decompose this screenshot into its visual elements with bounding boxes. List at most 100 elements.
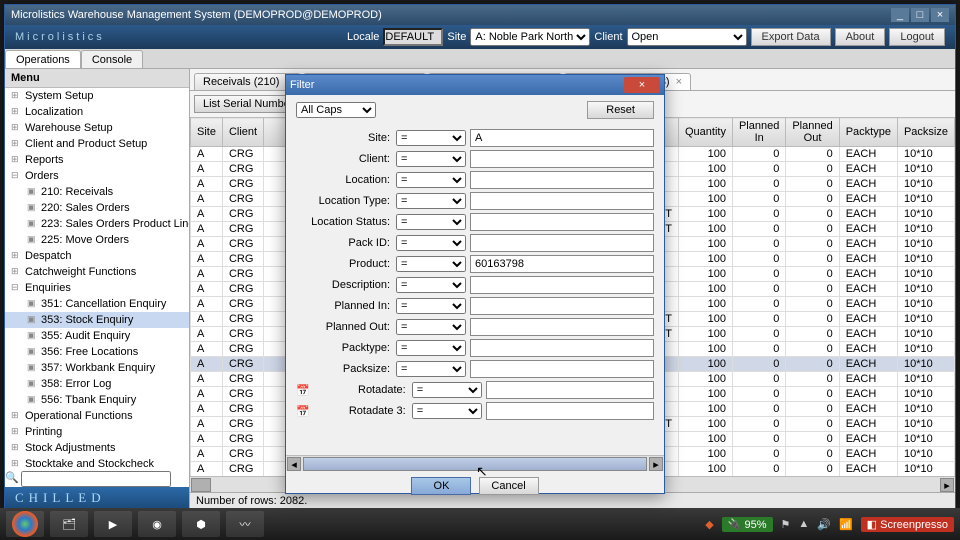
nav-item[interactable]: Reports (5, 152, 189, 168)
col-header[interactable]: Client (222, 118, 263, 147)
filter-value-input[interactable] (470, 339, 654, 357)
calendar-icon[interactable]: 📅 (296, 405, 310, 418)
tray-net-icon[interactable]: 📶 (839, 518, 853, 531)
nav-item[interactable]: Catchweight Functions (5, 264, 189, 280)
nav-item[interactable]: 357: Workbank Enquiry (5, 360, 189, 376)
media-player-icon[interactable]: ▶ (94, 511, 132, 537)
filter-row: Planned In:= (296, 297, 654, 315)
nav-item[interactable]: 351: Cancellation Enquiry (5, 296, 189, 312)
filter-value-input[interactable] (470, 171, 654, 189)
tab-close-icon[interactable]: × (676, 76, 682, 88)
filter-op-select[interactable]: = (396, 277, 466, 293)
nav-item[interactable]: 358: Error Log (5, 376, 189, 392)
cancel-button[interactable]: Cancel (479, 477, 539, 495)
nav-item[interactable]: Orders (5, 168, 189, 184)
filter-value-input[interactable] (470, 192, 654, 210)
filter-value-input[interactable] (470, 129, 654, 147)
tab-console[interactable]: Console (81, 50, 143, 68)
battery-indicator[interactable]: 🔌 95% (722, 517, 773, 532)
locale-field[interactable] (383, 28, 443, 46)
nav-item[interactable]: Stock Adjustments (5, 440, 189, 456)
export-data-button[interactable]: Export Data (751, 28, 831, 46)
nav-item[interactable]: Warehouse Setup (5, 120, 189, 136)
ok-button[interactable]: OK (411, 477, 471, 495)
filter-value-input[interactable] (470, 276, 654, 294)
nav-item[interactable]: Localization (5, 104, 189, 120)
app-icon-2[interactable]: 〰 (226, 511, 264, 537)
titlebar: Microlistics Warehouse Management System… (5, 5, 955, 25)
nav-item[interactable]: 210: Receivals (5, 184, 189, 200)
filter-value-input[interactable] (470, 297, 654, 315)
filter-op-select[interactable]: = (412, 403, 482, 419)
app-icon-1[interactable]: ⬢ (182, 511, 220, 537)
nav-tree[interactable]: System SetupLocalizationWarehouse SetupC… (5, 88, 189, 471)
explorer-icon[interactable]: 🗂 (50, 511, 88, 537)
filter-value-input[interactable] (470, 255, 654, 273)
dialog-titlebar[interactable]: Filter × (286, 75, 664, 95)
filter-op-select[interactable]: = (396, 130, 466, 146)
col-header[interactable]: Planned In (732, 118, 785, 147)
filter-value-input[interactable] (470, 318, 654, 336)
filter-op-select[interactable]: = (396, 340, 466, 356)
filter-op-select[interactable]: = (396, 151, 466, 167)
screenpresso-badge[interactable]: ◧ Screenpresso (861, 517, 954, 532)
filter-op-select[interactable]: = (396, 235, 466, 251)
reset-button[interactable]: Reset (587, 101, 654, 119)
logout-button[interactable]: Logout (889, 28, 945, 46)
about-button[interactable]: About (835, 28, 886, 46)
nav-item[interactable]: Client and Product Setup (5, 136, 189, 152)
maximize-icon[interactable]: □ (911, 8, 929, 22)
col-header[interactable]: Planned Out (786, 118, 839, 147)
site-label: Site (447, 31, 466, 43)
tab-operations[interactable]: Operations (5, 50, 81, 68)
menu-search: 🔍 (5, 471, 189, 487)
menu-search-input[interactable] (21, 471, 171, 487)
filter-op-select[interactable]: = (396, 193, 466, 209)
filter-op-select[interactable]: = (396, 319, 466, 335)
nav-item[interactable]: 556: Tbank Enquiry (5, 392, 189, 408)
minimize-icon[interactable]: _ (891, 8, 909, 22)
nav-item[interactable]: Printing (5, 424, 189, 440)
filter-op-select[interactable]: = (396, 298, 466, 314)
brand-logo: Microlistics (15, 31, 105, 43)
nav-item[interactable]: 225: Move Orders (5, 232, 189, 248)
col-header[interactable]: Quantity (679, 118, 733, 147)
tray-up-icon[interactable]: ▲ (798, 518, 809, 530)
filter-op-select[interactable]: = (396, 256, 466, 272)
col-header[interactable]: Site (191, 118, 223, 147)
client-select[interactable]: Open (627, 28, 747, 46)
filter-op-select[interactable]: = (396, 214, 466, 230)
filter-op-select[interactable]: = (396, 172, 466, 188)
filter-value-input[interactable] (486, 381, 654, 399)
filter-value-input[interactable] (470, 213, 654, 231)
nav-item[interactable]: Operational Functions (5, 408, 189, 424)
nav-item[interactable]: Stocktake and Stockcheck (5, 456, 189, 471)
col-header[interactable]: Packsize (897, 118, 954, 147)
filter-value-input[interactable] (470, 360, 654, 378)
nav-item[interactable]: Enquiries (5, 280, 189, 296)
start-button[interactable] (6, 511, 44, 537)
nav-item[interactable]: 223: Sales Orders Product Line Release (5, 216, 189, 232)
tray-vol-icon[interactable]: 🔊 (817, 518, 831, 531)
nav-item[interactable]: 356: Free Locations (5, 344, 189, 360)
col-header[interactable]: Packtype (839, 118, 897, 147)
tray-icon[interactable]: ◆ (705, 518, 713, 531)
dialog-hscroll[interactable]: ◂ ▸ (286, 455, 664, 471)
dialog-close-icon[interactable]: × (624, 77, 660, 93)
nav-item[interactable]: 220: Sales Orders (5, 200, 189, 216)
nav-item[interactable]: 355: Audit Enquiry (5, 328, 189, 344)
filter-op-select[interactable]: = (412, 382, 482, 398)
nav-item[interactable]: 353: Stock Enquiry (5, 312, 189, 328)
close-icon[interactable]: × (931, 8, 949, 22)
tray-flag-icon[interactable]: ⚑ (781, 518, 791, 531)
filter-value-input[interactable] (470, 150, 654, 168)
caps-select[interactable]: All Caps (296, 102, 376, 118)
nav-item[interactable]: System Setup (5, 88, 189, 104)
site-select[interactable]: A: Noble Park North (470, 28, 590, 46)
filter-value-input[interactable] (486, 402, 654, 420)
filter-value-input[interactable] (470, 234, 654, 252)
calendar-icon[interactable]: 📅 (296, 384, 310, 397)
filter-op-select[interactable]: = (396, 361, 466, 377)
nav-item[interactable]: Despatch (5, 248, 189, 264)
chrome-icon[interactable]: ◉ (138, 511, 176, 537)
